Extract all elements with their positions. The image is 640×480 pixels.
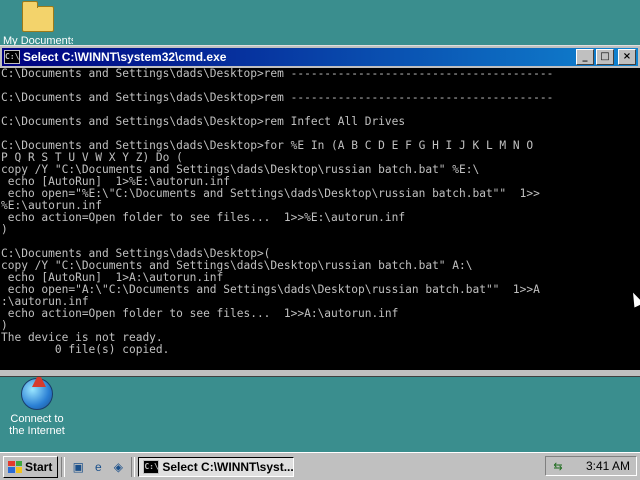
taskbar-separator — [131, 456, 136, 477]
window-titlebar[interactable]: C:\ Select C:\WINNT\system32\cmd.exe _ □… — [2, 48, 638, 66]
network-icon[interactable]: ⇆ — [550, 459, 566, 473]
console-line: ) — [1, 223, 8, 236]
internet-connection-icon — [21, 378, 53, 410]
maximize-button[interactable]: □ — [596, 49, 614, 65]
cmd-icon[interactable]: C:\ — [4, 50, 20, 64]
system-tray: ⇆ 3:41 AM — [545, 456, 637, 476]
close-button[interactable]: × — [618, 49, 636, 65]
task-button-cmd[interactable]: C:\ Select C:\WINNT\syst... — [138, 456, 295, 477]
start-button[interactable]: Start — [3, 455, 59, 478]
window-title: Select C:\WINNT\system32\cmd.exe — [23, 50, 227, 64]
console-line: C:\Documents and Settings\dads\Desktop>r… — [1, 91, 554, 104]
show-desktop-icon[interactable]: ▣ — [69, 459, 87, 475]
start-label: Start — [25, 459, 53, 474]
browser-icon[interactable]: e — [89, 459, 107, 475]
console-line: echo action=Open folder to see files... … — [1, 307, 399, 320]
minimize-button[interactable]: _ — [576, 49, 594, 65]
console-line: echo action=Open folder to see files... … — [1, 211, 406, 224]
task-button-label: Select C:\WINNT\syst... — [162, 459, 294, 474]
console-output[interactable]: C:\Documents and Settings\dads\Desktop>r… — [0, 68, 640, 370]
desktop-icon-label: Connect to the Internet — [9, 413, 65, 437]
console-line: C:\Documents and Settings\dads\Desktop>r… — [1, 115, 406, 128]
taskbar: Start ▣ e ◈ C:\ Select C:\WINNT\syst... … — [0, 452, 640, 480]
desktop-icon-connect-internet[interactable]: Connect to the Internet — [2, 378, 72, 437]
desktop-icon-my-documents[interactable]: My Documents — [3, 1, 73, 47]
cmd-window[interactable]: C:\ Select C:\WINNT\system32\cmd.exe _ □… — [0, 45, 640, 377]
channels-icon[interactable]: ◈ — [109, 459, 127, 475]
taskbar-separator — [61, 456, 66, 477]
windows-logo-icon — [8, 460, 22, 473]
clock[interactable]: 3:41 AM — [586, 459, 630, 473]
console-line: echo open="A:\"C:\Documents and Settings… — [1, 283, 540, 296]
folder-icon — [22, 1, 54, 32]
console-line: C:\Documents and Settings\dads\Desktop>r… — [1, 68, 554, 80]
cmd-icon: C:\ — [143, 459, 160, 474]
console-line: 0 file(s) copied. — [1, 343, 170, 356]
